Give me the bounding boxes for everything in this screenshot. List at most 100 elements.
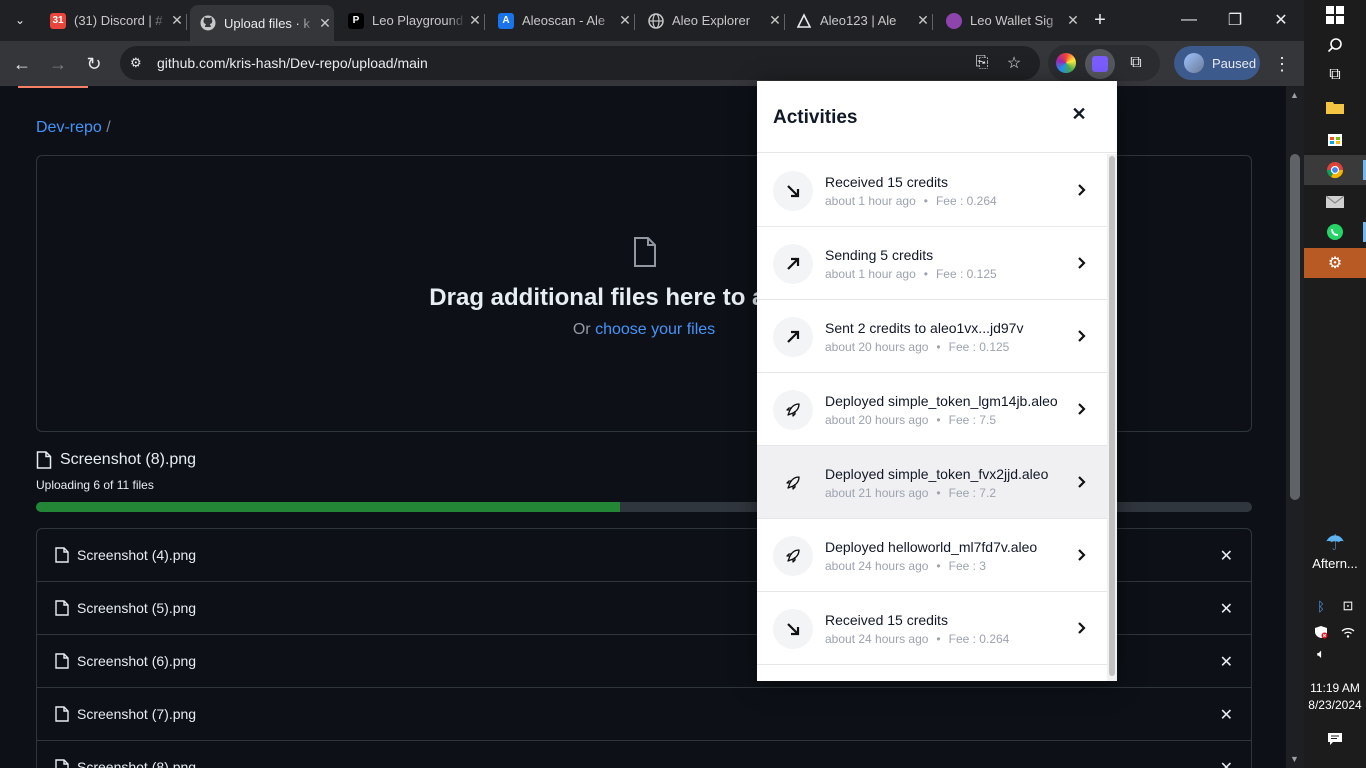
remove-file-icon[interactable]: ✕ xyxy=(1220,705,1233,725)
activity-time: about 21 hours ago xyxy=(825,486,929,500)
install-app-icon[interactable]: ⎘ xyxy=(972,53,992,73)
scrollbar-thumb[interactable] xyxy=(1290,154,1300,500)
tab-github-upload[interactable]: Upload files · k ✕ xyxy=(190,5,334,41)
settings-gear-icon[interactable]: ⚙ xyxy=(1304,248,1366,278)
close-tab-icon[interactable]: ✕ xyxy=(616,12,634,29)
activity-item[interactable]: Received 15 credits about 24 hours ago • F… xyxy=(757,592,1107,665)
tab-aleo123[interactable]: Aleo123 | Ale ✕ xyxy=(786,6,933,35)
forward-button[interactable]: → xyxy=(44,50,72,78)
color-picker-extension-icon[interactable] xyxy=(1056,53,1076,73)
activity-title: Deployed simple_token_fvx2jjd.aleo xyxy=(825,466,1049,482)
page-scrollbar[interactable]: ▲ ▼ xyxy=(1286,86,1304,768)
windows-start-icon[interactable] xyxy=(1304,0,1366,30)
scroll-down-arrow-icon[interactable]: ▼ xyxy=(1290,754,1299,764)
activity-title: Sending 5 credits xyxy=(825,247,934,263)
leo-wallet-extension-icon[interactable] xyxy=(1085,49,1115,79)
tab-aleoscan[interactable]: A Aleoscan - Ale ✕ xyxy=(488,6,635,35)
close-tab-icon[interactable]: ✕ xyxy=(168,12,186,29)
choose-files-link[interactable]: choose your files xyxy=(595,321,715,338)
task-view-icon[interactable]: ⧉ xyxy=(1304,60,1366,90)
remove-file-icon[interactable]: ✕ xyxy=(1220,546,1233,566)
file-icon xyxy=(36,451,52,469)
popup-scrollbar[interactable] xyxy=(1107,154,1117,681)
activity-time: about 20 hours ago xyxy=(825,413,929,427)
file-row: Screenshot (8).png ✕ xyxy=(37,741,1251,768)
tab-title: Aleo123 | Ale xyxy=(820,13,897,28)
close-icon[interactable]: ✕ xyxy=(1068,103,1090,125)
tab-discord[interactable]: 31 (31) Discord | # ✕ xyxy=(40,6,187,35)
umbrella-weather-icon: ☂ xyxy=(1325,530,1345,555)
close-tab-icon[interactable]: ✕ xyxy=(1064,12,1082,29)
search-icon[interactable] xyxy=(1304,30,1366,60)
close-tab-icon[interactable]: ✕ xyxy=(766,12,784,29)
file-icon xyxy=(55,653,69,669)
leo-playground-icon: P xyxy=(348,12,364,29)
activity-time: about 20 hours ago xyxy=(825,340,929,354)
puzzle-extensions-icon[interactable]: ⧉ xyxy=(1126,53,1146,73)
bluetooth-icon[interactable]: ᛒ xyxy=(1311,596,1331,616)
close-window-button[interactable]: ✕ xyxy=(1258,0,1304,40)
send-arrow-icon xyxy=(773,317,813,357)
globe-icon xyxy=(648,12,664,29)
tab-leo-wallet[interactable]: Leo Wallet Sig ✕ xyxy=(936,6,1082,35)
reload-button[interactable]: ↻ xyxy=(80,50,108,78)
chevron-right-icon xyxy=(1078,184,1086,196)
site-info-icon[interactable]: ⚙ xyxy=(130,55,146,71)
activity-meta: about 20 hours ago • Fee : 0.125 xyxy=(825,340,1010,354)
volume-icon[interactable]: 🔈︎ xyxy=(1311,644,1331,664)
remove-file-icon[interactable]: ✕ xyxy=(1220,599,1233,619)
activity-meta: about 1 hour ago • Fee : 0.264 xyxy=(825,194,997,208)
scroll-up-arrow-icon[interactable]: ▲ xyxy=(1290,90,1299,100)
upload-status: Uploading 6 of 11 files xyxy=(36,478,154,492)
restore-button[interactable]: ❐ xyxy=(1212,0,1258,40)
security-shield-icon[interactable] xyxy=(1311,622,1331,642)
activity-time: about 24 hours ago xyxy=(825,559,929,573)
rocket-icon xyxy=(773,463,813,503)
close-tab-icon[interactable]: ✕ xyxy=(466,12,484,29)
activity-fee: Fee : 7.5 xyxy=(948,413,996,427)
activity-fee: Fee : 0.125 xyxy=(948,340,1010,354)
activity-meta: about 24 hours ago • Fee : 3 xyxy=(825,559,986,573)
activity-item[interactable]: Sent 2 credits to aleo1vx...jd97v about … xyxy=(757,300,1107,373)
microsoft-store-icon[interactable] xyxy=(1304,124,1366,154)
receive-arrow-icon xyxy=(773,609,813,649)
notification-center-icon[interactable] xyxy=(1324,728,1346,750)
weather-widget[interactable]: ☂ Aftern... xyxy=(1304,530,1366,571)
bookmark-star-icon[interactable]: ☆ xyxy=(1004,53,1024,73)
tab-aleo-explorer[interactable]: Aleo Explorer ✕ xyxy=(638,6,785,35)
file-explorer-icon[interactable] xyxy=(1304,92,1366,122)
activity-item[interactable]: Deployed helloworld_ml7fd7v.aleo about 2… xyxy=(757,519,1107,592)
send-arrow-icon xyxy=(773,244,813,284)
activity-list: Received 15 credits about 1 hour ago • Fee… xyxy=(757,154,1107,665)
wifi-icon[interactable] xyxy=(1338,622,1358,642)
close-tab-icon[interactable]: ✕ xyxy=(316,15,334,32)
address-bar[interactable]: ⚙ github.com/kris-hash/Dev-repo/upload/m… xyxy=(120,46,1040,80)
whatsapp-icon[interactable] xyxy=(1304,217,1366,247)
minimize-button[interactable]: — xyxy=(1166,0,1212,40)
tab-leo-playground[interactable]: P Leo Playground ✕ xyxy=(338,6,485,35)
close-tab-icon[interactable]: ✕ xyxy=(914,12,932,29)
activity-meta: about 1 hour ago • Fee : 0.125 xyxy=(825,267,997,281)
browser-menu-icon[interactable]: ⋮ xyxy=(1270,50,1294,78)
activity-item[interactable]: Sending 5 credits about 1 hour ago • Fee :… xyxy=(757,227,1107,300)
remove-file-icon[interactable]: ✕ xyxy=(1220,758,1233,768)
back-button[interactable]: ← xyxy=(8,50,36,78)
activity-time: about 24 hours ago xyxy=(825,632,929,646)
tab-search-menu[interactable]: ⌄ xyxy=(8,8,32,32)
scrollbar-thumb[interactable] xyxy=(1109,156,1115,676)
remove-file-icon[interactable]: ✕ xyxy=(1220,652,1233,672)
activity-fee: Fee : 0.264 xyxy=(948,632,1010,646)
breadcrumb: Dev-repo / xyxy=(36,119,111,137)
discord-icon: 31 xyxy=(50,12,66,29)
activity-item[interactable]: Received 15 credits about 1 hour ago • Fee… xyxy=(757,154,1107,227)
chrome-taskbar-icon[interactable] xyxy=(1304,155,1366,185)
system-clock[interactable]: 11:19 AM 8/23/2024 xyxy=(1304,680,1366,714)
profile-button[interactable]: Paused xyxy=(1174,46,1260,80)
activity-item[interactable]: Deployed simple_token_fvx2jjd.aleo about… xyxy=(757,446,1107,519)
mail-icon[interactable] xyxy=(1304,186,1366,216)
activity-item[interactable]: Deployed simple_token_lgm14jb.aleo about… xyxy=(757,373,1107,446)
breadcrumb-repo-link[interactable]: Dev-repo xyxy=(36,119,102,136)
url-text[interactable]: github.com/kris-hash/Dev-repo/upload/mai… xyxy=(157,55,428,71)
meet-now-icon[interactable]: ⊡ xyxy=(1338,596,1358,616)
new-tab-button[interactable]: + xyxy=(1088,8,1112,32)
